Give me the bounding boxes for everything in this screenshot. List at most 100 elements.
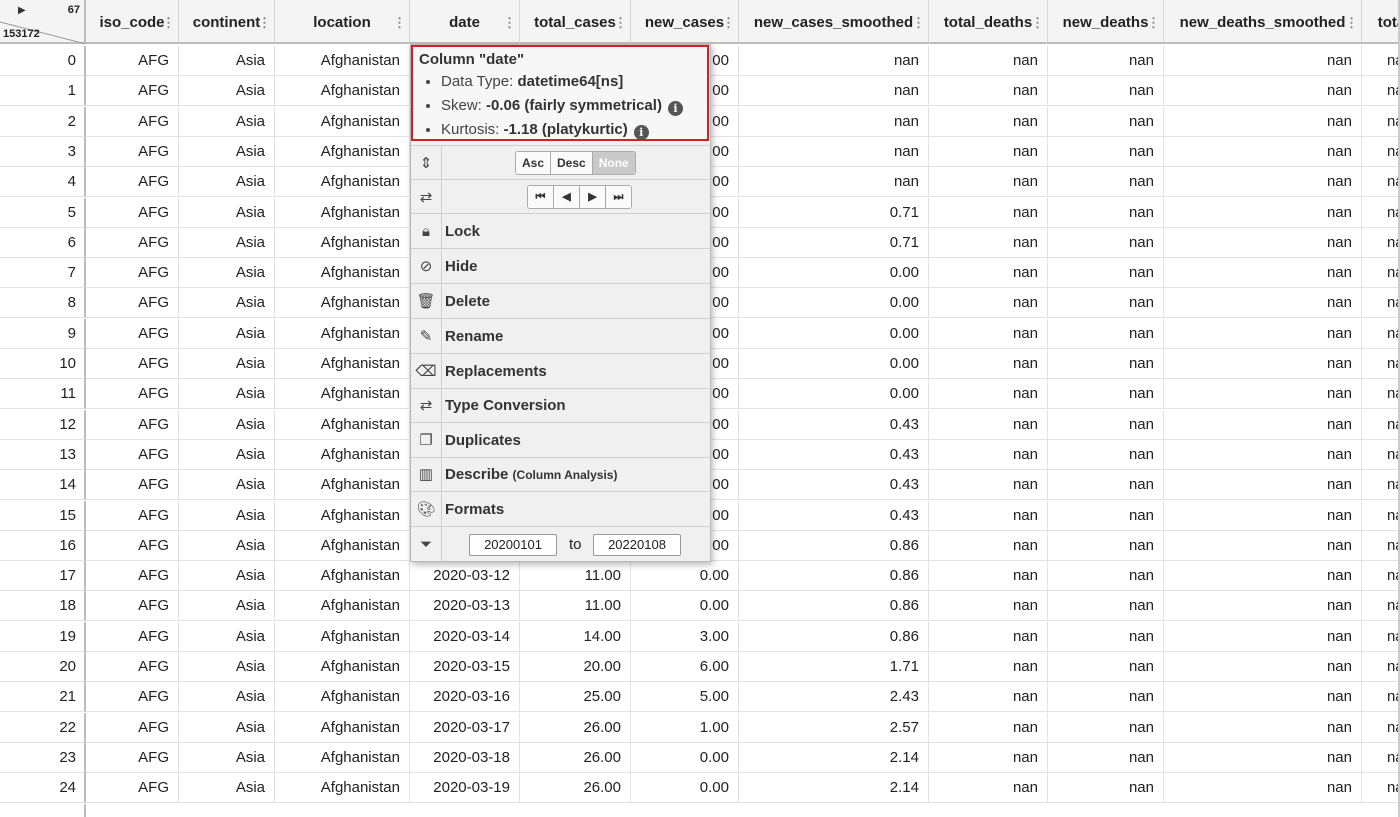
cell-total-extra[interactable]: nan — [1362, 107, 1400, 137]
cell-new-deaths-smoothed[interactable]: nan — [1164, 500, 1362, 531]
cell-location[interactable]: Afghanistan — [275, 349, 410, 379]
cell-new-cases-smoothed[interactable]: nan — [739, 76, 929, 107]
cell-location[interactable]: Afghanistan — [275, 682, 410, 713]
column-header-new-deaths[interactable]: new_deaths ⋮ — [1048, 0, 1164, 44]
cell-total-extra[interactable]: nan — [1362, 561, 1400, 592]
column-header-continent[interactable]: continent ⋮ — [179, 0, 275, 44]
cell-new-cases[interactable]: 6.00 — [631, 652, 739, 682]
cell-location[interactable]: Afghanistan — [275, 258, 410, 289]
cell-continent[interactable]: Asia — [179, 318, 275, 349]
cell-iso-code[interactable]: AFG — [86, 167, 179, 198]
cell-total-deaths[interactable]: nan — [929, 742, 1048, 773]
cell-new-deaths[interactable]: nan — [1048, 167, 1164, 198]
cell-total-deaths[interactable]: nan — [929, 136, 1048, 167]
cell-total-deaths[interactable]: nan — [929, 379, 1048, 410]
cell-new-cases-smoothed[interactable]: nan — [739, 106, 929, 137]
cell-iso-code[interactable]: AFG — [86, 227, 179, 258]
cell-new-deaths[interactable]: nan — [1048, 349, 1164, 379]
row-index[interactable]: 16 — [0, 530, 86, 561]
row-index[interactable]: 7 — [0, 258, 86, 289]
cell-continent[interactable]: Asia — [179, 106, 275, 137]
cell-new-deaths[interactable]: nan — [1048, 227, 1164, 258]
cell-total-extra[interactable]: nan — [1362, 470, 1400, 501]
row-index[interactable]: 21 — [0, 682, 86, 713]
cell-continent[interactable]: Asia — [179, 712, 275, 743]
cell-location[interactable]: Afghanistan — [275, 318, 410, 349]
cell-new-deaths[interactable]: nan — [1048, 621, 1164, 652]
cell-new-deaths-smoothed[interactable]: nan — [1164, 591, 1362, 622]
cell-total-extra[interactable]: nan — [1362, 137, 1400, 167]
cell-continent[interactable]: Asia — [179, 621, 275, 652]
column-menu-icon[interactable]: ⋮ — [258, 0, 271, 42]
cell-iso-code[interactable]: AFG — [86, 621, 179, 652]
row-index[interactable]: 3 — [0, 136, 86, 167]
cell-new-deaths-smoothed[interactable]: nan — [1164, 439, 1362, 470]
row-index[interactable]: 23 — [0, 742, 86, 773]
cell-location[interactable]: Afghanistan — [275, 227, 410, 258]
cell-new-deaths[interactable]: nan — [1048, 46, 1164, 76]
cell-new-deaths[interactable]: nan — [1048, 561, 1164, 592]
cell-new-cases[interactable]: 0.00 — [631, 742, 739, 773]
cell-iso-code[interactable]: AFG — [86, 46, 179, 76]
cell-total-extra[interactable]: nan — [1362, 258, 1400, 289]
cell-new-deaths-smoothed[interactable]: nan — [1164, 76, 1362, 107]
cell-total-deaths[interactable]: nan — [929, 652, 1048, 682]
cell-iso-code[interactable]: AFG — [86, 318, 179, 349]
column-header-total-deaths[interactable]: total_deaths ⋮ — [929, 0, 1048, 44]
cell-total-cases[interactable]: 26.00 — [520, 712, 631, 743]
cell-iso-code[interactable]: AFG — [86, 773, 179, 804]
type-conversion-menu-item[interactable]: ⇄ Type Conversion — [411, 388, 710, 422]
cell-iso-code[interactable]: AFG — [86, 288, 179, 319]
move-last-icon[interactable]: ⏭ — [606, 186, 631, 208]
cell-continent[interactable]: Asia — [179, 136, 275, 167]
cell-new-cases-smoothed[interactable]: 0.86 — [739, 621, 929, 652]
cell-continent[interactable]: Asia — [179, 682, 275, 713]
cell-new-deaths-smoothed[interactable]: nan — [1164, 106, 1362, 137]
cell-continent[interactable]: Asia — [179, 258, 275, 289]
cell-total-extra[interactable]: nan — [1362, 76, 1400, 107]
cell-iso-code[interactable]: AFG — [86, 470, 179, 501]
cell-location[interactable]: Afghanistan — [275, 167, 410, 198]
cell-continent[interactable]: Asia — [179, 530, 275, 561]
cell-iso-code[interactable]: AFG — [86, 530, 179, 561]
cell-total-extra[interactable]: nan — [1362, 319, 1400, 349]
cell-iso-code[interactable]: AFG — [86, 409, 179, 440]
cell-new-deaths-smoothed[interactable]: nan — [1164, 561, 1362, 592]
cell-new-deaths[interactable]: nan — [1048, 591, 1164, 622]
cell-new-cases[interactable]: 0.00 — [631, 591, 739, 622]
cell-continent[interactable]: Asia — [179, 773, 275, 804]
cell-new-cases-smoothed[interactable]: 0.00 — [739, 318, 929, 349]
column-menu-icon[interactable]: ⋮ — [614, 0, 627, 42]
cell-continent[interactable]: Asia — [179, 470, 275, 501]
cell-continent[interactable]: Asia — [179, 500, 275, 531]
cell-new-deaths-smoothed[interactable]: nan — [1164, 46, 1362, 76]
cell-total-deaths[interactable]: nan — [929, 106, 1048, 137]
filter-to-input[interactable]: 20220108 — [593, 534, 681, 556]
cell-location[interactable]: Afghanistan — [275, 591, 410, 622]
cell-location[interactable]: Afghanistan — [275, 379, 410, 410]
cell-new-deaths-smoothed[interactable]: nan — [1164, 470, 1362, 501]
describe-menu-item[interactable]: ▥ Describe (Column Analysis) — [411, 457, 710, 491]
row-index[interactable]: 19 — [0, 621, 86, 652]
cell-iso-code[interactable]: AFG — [86, 500, 179, 531]
cell-new-cases-smoothed[interactable]: 2.14 — [739, 742, 929, 773]
column-menu-icon[interactable]: ⋮ — [722, 0, 735, 42]
column-header-total-cases[interactable]: total_cases ⋮ — [520, 0, 631, 44]
duplicates-menu-item[interactable]: ❐ Duplicates — [411, 422, 710, 457]
cell-iso-code[interactable]: AFG — [86, 379, 179, 410]
cell-total-extra[interactable]: nan — [1362, 531, 1400, 561]
row-index[interactable]: 5 — [0, 197, 86, 228]
cell-new-deaths-smoothed[interactable]: nan — [1164, 227, 1362, 258]
cell-new-deaths-smoothed[interactable]: nan — [1164, 258, 1362, 289]
cell-total-deaths[interactable]: nan — [929, 591, 1048, 622]
cell-date[interactable]: 2020-03-18 — [410, 742, 520, 773]
row-index[interactable]: 14 — [0, 470, 86, 501]
cell-total-deaths[interactable]: nan — [929, 409, 1048, 440]
cell-total-deaths[interactable]: nan — [929, 318, 1048, 349]
cell-total-cases[interactable]: 20.00 — [520, 652, 631, 682]
cell-total-deaths[interactable]: nan — [929, 227, 1048, 258]
cell-continent[interactable]: Asia — [179, 742, 275, 773]
cell-iso-code[interactable]: AFG — [86, 439, 179, 470]
cell-continent[interactable]: Asia — [179, 167, 275, 198]
row-index[interactable]: 8 — [0, 288, 86, 319]
